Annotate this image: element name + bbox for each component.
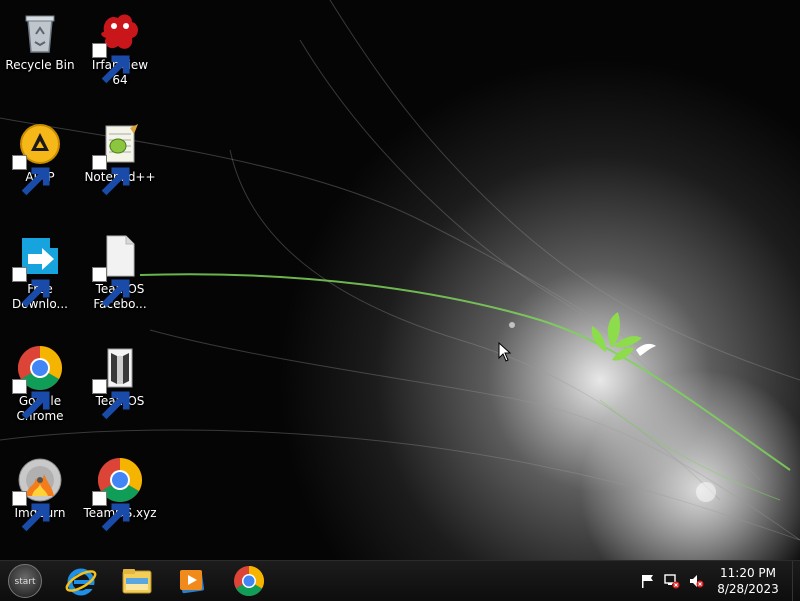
shortcut-arrow-icon	[12, 155, 50, 196]
desktop-icon-label: Recycle Bin	[5, 58, 75, 72]
taskbar-app-file-explorer[interactable]	[120, 564, 156, 598]
recycle-bin-icon	[25, 15, 55, 53]
taskbar-clock[interactable]: 11:20 PM 8/28/2023	[700, 565, 796, 597]
shortcut-arrow-icon	[92, 43, 130, 84]
desktop-icon-imgburn[interactable]: ImgBurn	[1, 456, 79, 532]
tray-network[interactable]	[664, 573, 680, 589]
taskbar-app-media-player[interactable]	[175, 564, 211, 598]
desktop-icon-teamos[interactable]: TeamOS	[81, 344, 159, 420]
taskbar-app-google-chrome[interactable]	[232, 564, 268, 598]
desktop-icon-irfanview[interactable]: IrfanView 64	[81, 8, 159, 88]
show-desktop-button[interactable]	[792, 561, 800, 601]
desktop-icon-aimp[interactable]: AIMP	[1, 120, 79, 196]
clock-time: 11:20 PM	[720, 566, 776, 580]
file-explorer-icon	[122, 569, 152, 594]
shortcut-arrow-icon	[12, 267, 50, 308]
clock-date: 8/28/2023	[717, 582, 779, 596]
start-button-label: start	[14, 577, 36, 587]
taskbar: start 11:20 PM 8/28/2023	[0, 560, 800, 601]
desktop-icon-recycle-bin[interactable]: Recycle Bin	[1, 8, 79, 73]
shortcut-arrow-icon	[12, 379, 50, 420]
desktop-icon-teamos-xyz[interactable]: TeamOS.xyz	[81, 456, 159, 532]
media-player-icon	[179, 570, 205, 594]
chrome-icon	[234, 566, 265, 597]
taskbar-app-internet-explorer[interactable]	[64, 564, 100, 598]
network-disconnected-icon	[664, 574, 680, 589]
tray-action-center[interactable]	[640, 573, 656, 589]
shortcut-arrow-icon	[92, 155, 130, 196]
shortcut-arrow-icon	[92, 491, 130, 532]
desktop-icon-teamos-facebook[interactable]: TeamOS Facebo...	[81, 232, 159, 312]
shortcut-arrow-icon	[92, 267, 130, 308]
shortcut-arrow-icon	[92, 379, 130, 420]
internet-explorer-icon	[65, 568, 97, 596]
action-center-flag-icon	[642, 575, 653, 588]
desktop-icon-free-download-manager[interactable]: Free Downlo...	[1, 232, 79, 312]
mouse-cursor-icon	[498, 342, 512, 362]
start-button[interactable]: start	[8, 564, 42, 598]
desktop-icon-notepad-plus-plus[interactable]: Notepad++	[81, 120, 159, 196]
desktop-icon-google-chrome[interactable]: Google Chrome	[1, 344, 79, 424]
shortcut-arrow-icon	[12, 491, 50, 532]
